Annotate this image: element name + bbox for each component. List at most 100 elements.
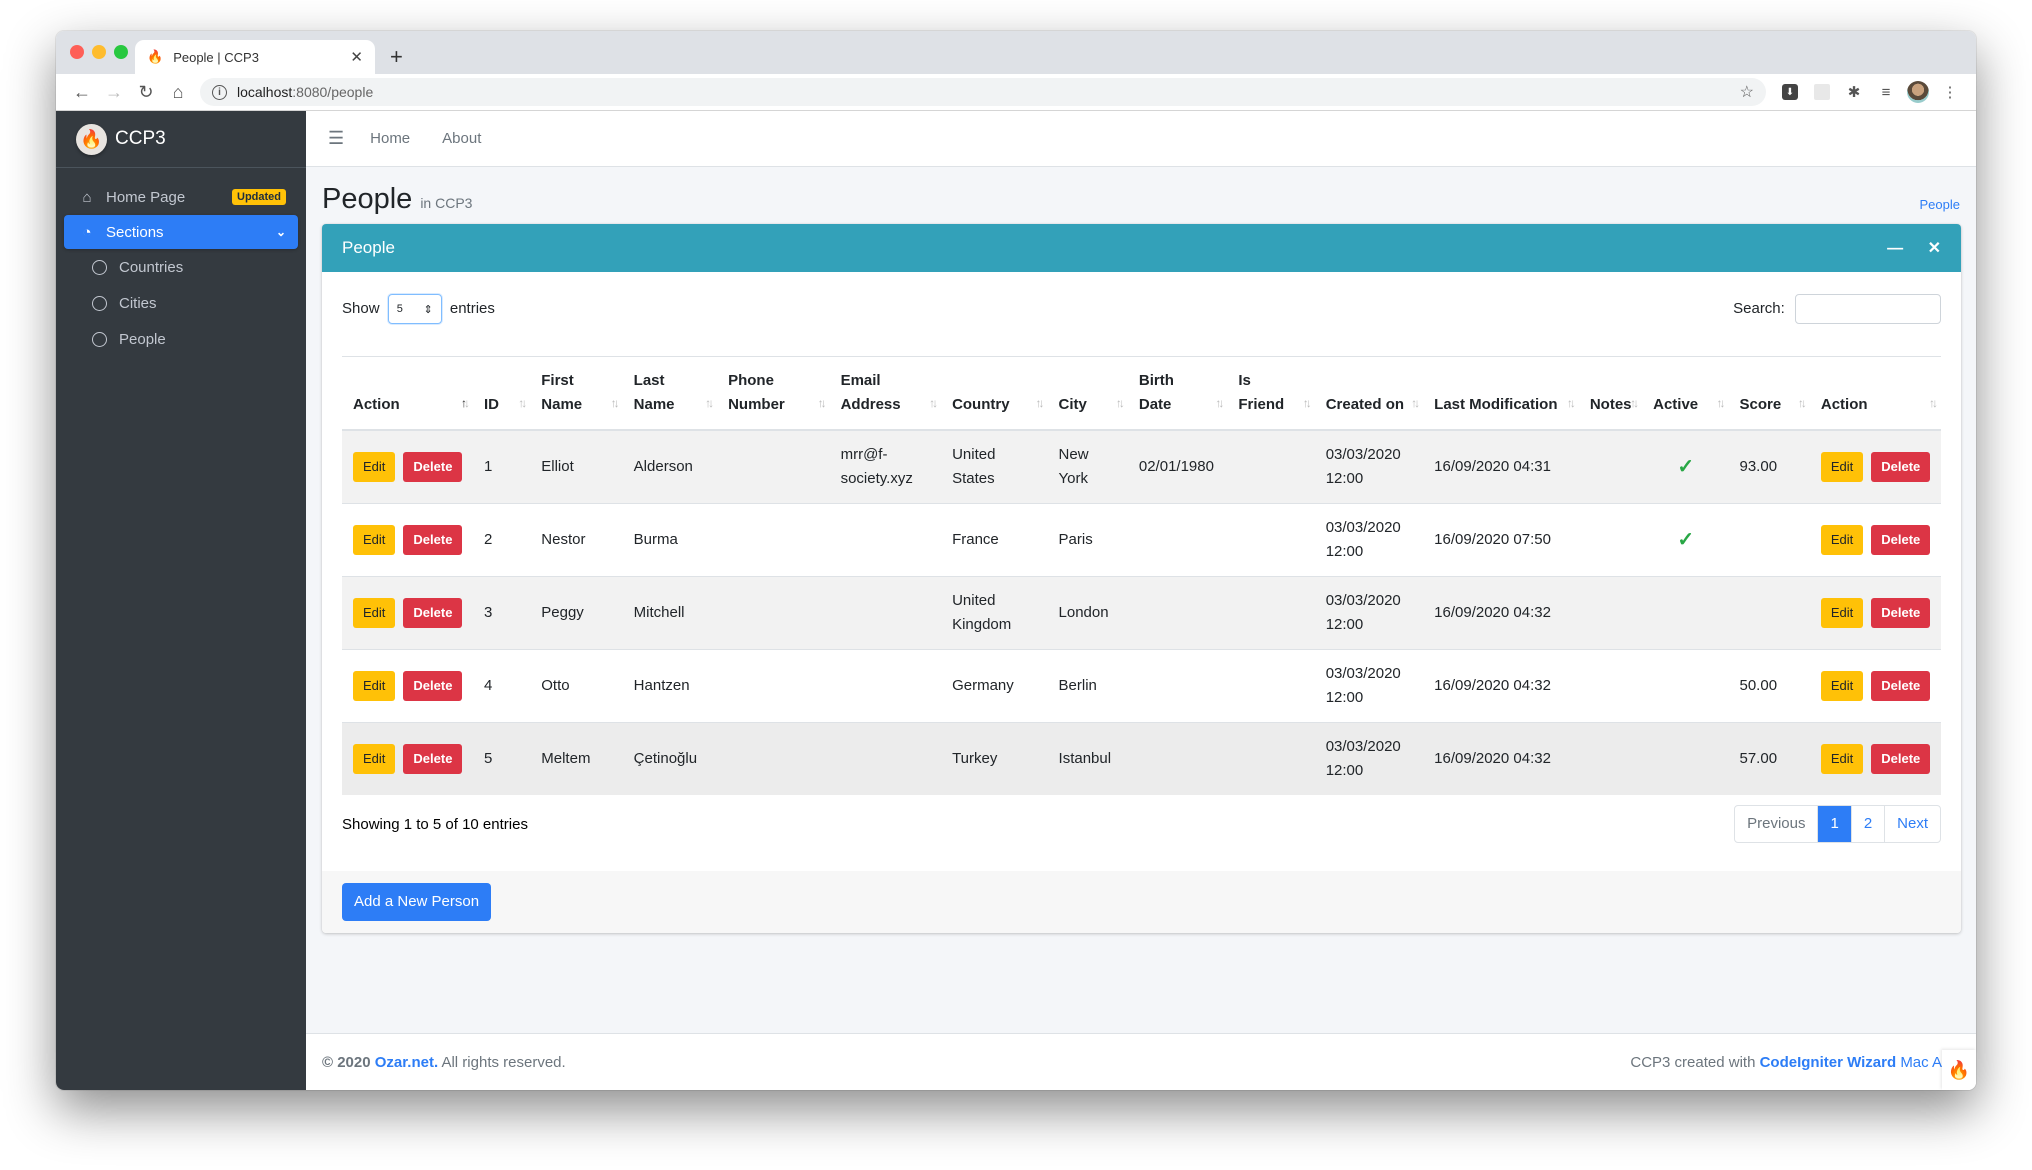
column-header[interactable]: Birth Date↑↓ <box>1128 357 1227 431</box>
delete-button[interactable]: Delete <box>1871 452 1930 482</box>
table-row[interactable]: EditDelete2NestorBurmaFranceParis03/03/2… <box>342 503 1941 576</box>
search-input[interactable] <box>1795 294 1941 324</box>
extension-react-icon[interactable] <box>1806 84 1838 100</box>
cell-first: Elliot <box>530 430 622 503</box>
browser-tab[interactable]: 🔥 People | CCP3 ✕ <box>135 40 375 74</box>
edit-button[interactable]: Edit <box>1821 671 1863 701</box>
table-body: EditDelete1ElliotAldersonmrr@f-society.x… <box>342 430 1941 795</box>
column-header[interactable]: Phone Number↑↓ <box>717 357 830 431</box>
media-queue-icon[interactable]: ≡ <box>1870 84 1902 101</box>
delete-button[interactable]: Delete <box>1871 525 1930 555</box>
breadcrumb[interactable]: People <box>1920 197 1960 224</box>
search-control: Search: <box>1733 294 1941 324</box>
table-row[interactable]: EditDelete4OttoHantzenGermanyBerlin03/03… <box>342 649 1941 722</box>
pagination-previous[interactable]: Previous <box>1735 806 1817 842</box>
cell-created: 03/03/2020 12:00 <box>1315 649 1423 722</box>
sidebar-item-people[interactable]: People <box>64 322 298 357</box>
column-header-label: Is Friend <box>1238 369 1297 417</box>
bookmark-star-icon[interactable]: ☆ <box>1740 82 1754 102</box>
reload-icon[interactable]: ↻ <box>130 82 162 103</box>
column-header[interactable]: Action↑↓ <box>1810 357 1941 431</box>
delete-button[interactable]: Delete <box>403 671 462 701</box>
edit-button[interactable]: Edit <box>353 744 395 774</box>
column-header[interactable]: First Name↑↓ <box>530 357 622 431</box>
delete-button[interactable]: Delete <box>1871 744 1930 774</box>
pagination-page-2[interactable]: 2 <box>1851 806 1884 842</box>
nav-link-about[interactable]: About <box>442 130 481 147</box>
column-header[interactable]: Score↑↓ <box>1729 357 1810 431</box>
browser-menu-icon[interactable]: ⋮ <box>1934 83 1966 101</box>
extension-download-icon[interactable]: ⬇ <box>1774 84 1806 100</box>
column-header[interactable]: Last Modification↑↓ <box>1423 357 1579 431</box>
sidebar-item-cities[interactable]: Cities <box>64 286 298 321</box>
column-header[interactable]: Is Friend↑↓ <box>1227 357 1314 431</box>
delete-button[interactable]: Delete <box>1871 671 1930 701</box>
home-icon[interactable]: ⌂ <box>162 82 194 103</box>
brand-link[interactable]: 🔥 CCP3 <box>56 111 306 168</box>
cell-first: Meltem <box>530 722 622 795</box>
column-header[interactable]: Action↑↓ <box>342 357 473 431</box>
sort-icon: ↑↓ <box>1303 391 1309 415</box>
sidebar-item-label: Sections <box>106 224 276 241</box>
edit-button[interactable]: Edit <box>353 598 395 628</box>
maximize-window-button[interactable] <box>114 45 128 59</box>
column-header[interactable]: Country↑↓ <box>941 357 1047 431</box>
cell-modified: 16/09/2020 04:31 <box>1423 430 1579 503</box>
delete-button[interactable]: Delete <box>403 744 462 774</box>
edit-button[interactable]: Edit <box>1821 525 1863 555</box>
add-new-person-button[interactable]: Add a New Person <box>342 883 491 921</box>
entries-per-page-select[interactable]: 5 ⇕ <box>388 294 442 324</box>
sidebar: 🔥 CCP3 ⌂ Home Page Updated ◔ Sections ⌄ <box>56 111 306 1090</box>
close-tab-icon[interactable]: ✕ <box>350 48 363 66</box>
edit-button[interactable]: Edit <box>353 452 395 482</box>
sort-icon: ↑↓ <box>1717 391 1723 415</box>
edit-button[interactable]: Edit <box>1821 744 1863 774</box>
new-tab-button[interactable]: + <box>390 44 403 70</box>
delete-button[interactable]: Delete <box>403 525 462 555</box>
close-card-icon[interactable]: ✕ <box>1928 240 1941 257</box>
edit-button[interactable]: Edit <box>353 671 395 701</box>
forward-icon[interactable]: → <box>98 82 130 103</box>
circle-icon <box>92 332 107 347</box>
codeigniter-wizard-link[interactable]: CodeIgniter Wizard <box>1760 1054 1897 1071</box>
table-row[interactable]: EditDelete5MeltemÇetinoğluTurkeyIstanbul… <box>342 722 1941 795</box>
action-cell: Edit Delete <box>1810 576 1941 649</box>
column-header[interactable]: City↑↓ <box>1048 357 1128 431</box>
info-icon[interactable]: i <box>212 85 227 100</box>
column-header[interactable]: ID↑↓ <box>473 357 530 431</box>
hamburger-menu-icon[interactable]: ☰ <box>328 128 344 149</box>
column-header[interactable]: Notes↑↓ <box>1579 357 1642 431</box>
back-icon[interactable]: ← <box>66 82 98 103</box>
edit-button[interactable]: Edit <box>353 525 395 555</box>
nav-link-home[interactable]: Home <box>370 130 410 147</box>
table-row[interactable]: EditDelete3PeggyMitchellUnited KingdomLo… <box>342 576 1941 649</box>
edit-button[interactable]: Edit <box>1821 452 1863 482</box>
tab-title: People | CCP3 <box>173 50 350 65</box>
close-window-button[interactable] <box>70 45 84 59</box>
company-link[interactable]: Ozar.net. <box>375 1054 438 1071</box>
column-header[interactable]: Last Name↑↓ <box>623 357 717 431</box>
pagination-next[interactable]: Next <box>1884 806 1940 842</box>
column-header[interactable]: Active↑↓ <box>1642 357 1728 431</box>
minimize-window-button[interactable] <box>92 45 106 59</box>
profile-avatar[interactable] <box>1902 81 1934 103</box>
sidebar-item-countries[interactable]: Countries <box>64 250 298 285</box>
table-row[interactable]: EditDelete1ElliotAldersonmrr@f-society.x… <box>342 430 1941 503</box>
credit-suffix[interactable]: Mac A <box>1900 1054 1942 1071</box>
card-tools: — ✕ <box>1867 238 1941 258</box>
sidebar-item-home-page[interactable]: ⌂ Home Page Updated <box>64 180 298 214</box>
delete-button[interactable]: Delete <box>1871 598 1930 628</box>
cell-id: 1 <box>473 430 530 503</box>
edit-button[interactable]: Edit <box>1821 598 1863 628</box>
address-bar[interactable]: i localhost:8080/people ☆ <box>200 78 1766 106</box>
column-header[interactable]: Email Address↑↓ <box>830 357 941 431</box>
sidebar-item-sections[interactable]: ◔ Sections ⌄ <box>64 215 298 249</box>
column-header[interactable]: Created on↑↓ <box>1315 357 1423 431</box>
pagination-page-1[interactable]: 1 <box>1817 806 1850 842</box>
delete-button[interactable]: Delete <box>403 598 462 628</box>
extensions-puzzle-icon[interactable]: ✱ <box>1838 83 1870 101</box>
minimize-card-icon[interactable]: — <box>1887 240 1903 257</box>
page-footer: © 2020 Ozar.net. All rights reserved. CC… <box>306 1033 1976 1090</box>
delete-button[interactable]: Delete <box>403 452 462 482</box>
cell-friend <box>1227 503 1314 576</box>
